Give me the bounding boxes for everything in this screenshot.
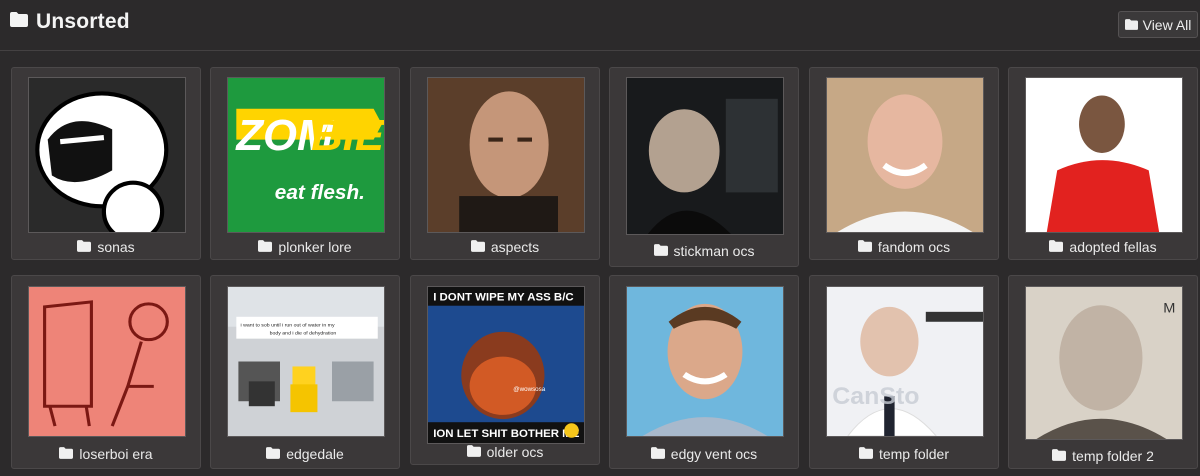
folder-icon	[1049, 239, 1064, 255]
folder-thumbnail[interactable]: CanSto	[826, 286, 984, 437]
folder-thumbnail[interactable]	[826, 77, 984, 233]
folder-name: temp folder 2	[1072, 448, 1154, 464]
folder-grid: sonas ZOM BIE eat flesh. plonker lore asp…	[0, 0, 1200, 476]
folder-name: temp folder	[878, 446, 950, 462]
folder-name: edgedale	[286, 446, 344, 462]
folder-icon	[650, 446, 665, 462]
folder-icon	[77, 239, 92, 255]
svg-text:M: M	[1163, 300, 1175, 316]
folder-name: aspects	[490, 239, 540, 255]
folder-label-row[interactable]: temp folder 2	[1009, 448, 1197, 464]
folder-thumbnail[interactable]	[626, 286, 784, 437]
folder-name: edgy vent ocs	[670, 446, 758, 462]
folder-label-row[interactable]: fandom ocs	[810, 239, 998, 255]
folder-card[interactable]: edgy vent ocs	[609, 275, 799, 469]
folder-label-row[interactable]: loserboi era	[12, 446, 200, 462]
folder-label-row[interactable]: adopted fellas	[1009, 239, 1197, 255]
folder-card[interactable]: Mtemp folder 2	[1008, 275, 1198, 469]
folder-label-row[interactable]: aspects	[411, 239, 599, 255]
svg-text:ION LET SHIT BOTHER ME: ION LET SHIT BOTHER ME	[433, 428, 580, 440]
folder-label-row[interactable]: older ocs	[411, 444, 599, 460]
folder-label-row[interactable]: sonas	[12, 239, 200, 255]
folder-label-row[interactable]: temp folder	[810, 446, 998, 462]
folder-name: adopted fellas	[1069, 239, 1157, 255]
folder-name: plonker lore	[278, 239, 352, 255]
folder-name: fandom ocs	[877, 239, 951, 255]
folder-label-row[interactable]: edgedale	[211, 446, 399, 462]
folder-thumbnail[interactable]	[28, 77, 186, 233]
svg-text:body and i die of dehydration: body and i die of dehydration	[270, 331, 337, 337]
folder-icon	[857, 239, 872, 255]
folder-icon	[59, 446, 74, 462]
folder-thumbnail[interactable]: M	[1025, 286, 1183, 440]
svg-text:@wowsosa: @wowsosa	[513, 386, 546, 393]
folder-name: loserboi era	[79, 446, 153, 462]
folder-icon	[466, 444, 481, 460]
folder-icon	[858, 446, 873, 462]
folder-card[interactable]: CanSto temp folder	[809, 275, 999, 469]
folder-thumbnail[interactable]	[28, 286, 186, 437]
folder-icon	[470, 239, 485, 255]
folder-card[interactable]: adopted fellas	[1008, 67, 1198, 260]
folder-icon	[653, 243, 668, 259]
svg-text:BIE: BIE	[311, 112, 384, 160]
folder-name: sonas	[97, 239, 135, 255]
folder-card[interactable]: ZOM BIE eat flesh. plonker lore	[210, 67, 400, 260]
folder-icon	[1052, 448, 1067, 464]
folder-name: older ocs	[486, 444, 544, 460]
folder-card[interactable]: i want to sob until i run out of water i…	[210, 275, 400, 469]
folder-label-row[interactable]: edgy vent ocs	[610, 446, 798, 462]
folder-thumbnail[interactable]	[427, 77, 585, 233]
folder-thumbnail[interactable]	[1025, 77, 1183, 233]
folder-label-row[interactable]: stickman ocs	[610, 243, 798, 259]
svg-text:I DONT WIPE MY ASS B/C: I DONT WIPE MY ASS B/C	[433, 292, 573, 304]
folder-card[interactable]: fandom ocs	[809, 67, 999, 260]
folder-card[interactable]: stickman ocs	[609, 67, 799, 267]
folder-label-row[interactable]: plonker lore	[211, 239, 399, 255]
folder-card[interactable]: aspects	[410, 67, 600, 260]
svg-text:i want to sob until i run out: i want to sob until i run out of water i…	[240, 323, 335, 329]
folder-thumbnail[interactable]: I DONT WIPE MY ASS B/C @wowsosa ION LET …	[427, 286, 585, 444]
svg-text:eat flesh.: eat flesh.	[275, 181, 365, 204]
folder-card[interactable]: I DONT WIPE MY ASS B/C @wowsosa ION LET …	[410, 275, 600, 465]
folder-thumbnail[interactable]: i want to sob until i run out of water i…	[227, 286, 385, 437]
folder-thumbnail[interactable]	[626, 77, 784, 235]
svg-text:CanSto: CanSto	[832, 384, 919, 410]
folder-card[interactable]: sonas	[11, 67, 201, 260]
folder-icon	[258, 239, 273, 255]
folder-card[interactable]: loserboi era	[11, 275, 201, 469]
folder-name: stickman ocs	[673, 243, 755, 259]
folder-icon	[266, 446, 281, 462]
folder-thumbnail[interactable]: ZOM BIE eat flesh.	[227, 77, 385, 233]
